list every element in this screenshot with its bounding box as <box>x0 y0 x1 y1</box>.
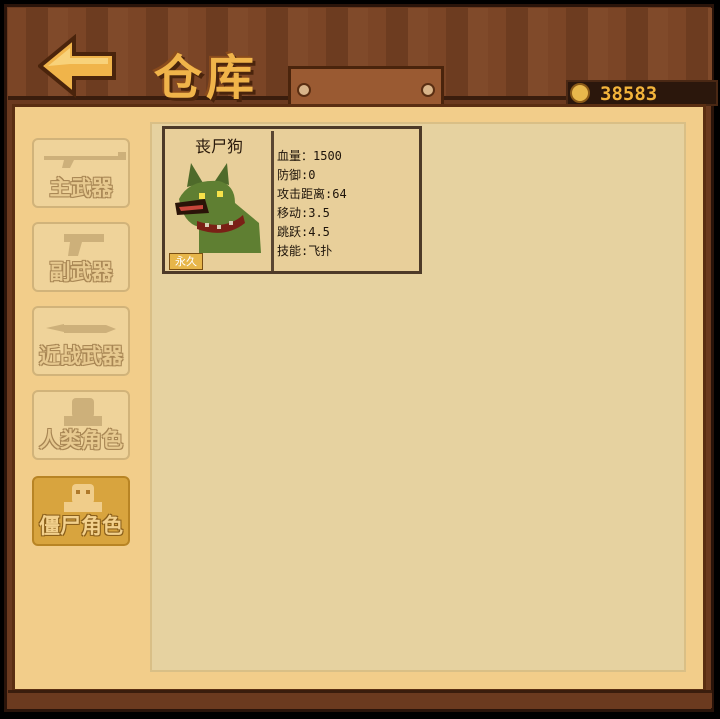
stat-skill: 技能:飞扑 <box>277 244 333 258</box>
stat-attack-range: 攻击距离:64 <box>277 187 347 201</box>
back-button[interactable] <box>36 33 118 99</box>
back-arrow-icon <box>36 33 116 99</box>
stat-hp: 血量：1500 <box>277 149 342 163</box>
stat-move: 移动:3.5 <box>277 206 330 220</box>
pistol-icon <box>64 234 104 256</box>
sidebar-item-label: 人类角色 <box>39 428 123 452</box>
zombie-icon <box>64 484 102 512</box>
permanent-badge: 永久 <box>169 253 203 270</box>
sidebar-item-human-character[interactable]: 人类角色 <box>32 390 130 460</box>
sidebar-item-label: 主武器 <box>49 176 113 200</box>
sidebar-item-melee-weapon[interactable]: 近战武器 <box>32 306 130 376</box>
coin-icon <box>570 83 590 103</box>
sidebar-item-secondary-weapon[interactable]: 副武器 <box>32 222 130 292</box>
item-stats: 血量：1500 防御:0 攻击距离:64 移动:3.5 跳跃:4.5 技能:飞扑 <box>277 147 347 261</box>
sidebar-item-label: 近战武器 <box>39 344 123 368</box>
sidebar-item-label: 副武器 <box>49 260 113 284</box>
stat-defense: 防御:0 <box>277 168 316 182</box>
bottom-frame <box>8 690 712 708</box>
header-plank <box>288 66 444 106</box>
knife-icon <box>46 324 116 333</box>
item-name: 丧尸狗 <box>194 137 243 156</box>
nail-icon <box>297 83 311 97</box>
page-title: 仓库 <box>154 50 259 106</box>
header-bar: 仓库 38583 <box>8 8 718 106</box>
nail-icon <box>421 83 435 97</box>
zombie-dog-icon <box>175 163 261 253</box>
rifle-icon <box>44 152 126 168</box>
sidebar-item-zombie-character[interactable]: 僵尸角色 <box>32 476 130 546</box>
card-divider <box>271 131 274 271</box>
coin-counter: 38583 <box>566 80 718 106</box>
sidebar-item-label: 僵尸角色 <box>39 514 123 538</box>
human-icon <box>64 398 102 426</box>
sidebar-item-primary-weapon[interactable]: 主武器 <box>32 138 130 208</box>
item-card[interactable]: 丧尸狗 永久 血量：1500 防御:0 攻击距离:64 移动:3.5 跳跃:4.… <box>162 126 422 274</box>
stat-jump: 跳跃:4.5 <box>277 225 330 239</box>
coin-value: 38583 <box>600 83 658 105</box>
